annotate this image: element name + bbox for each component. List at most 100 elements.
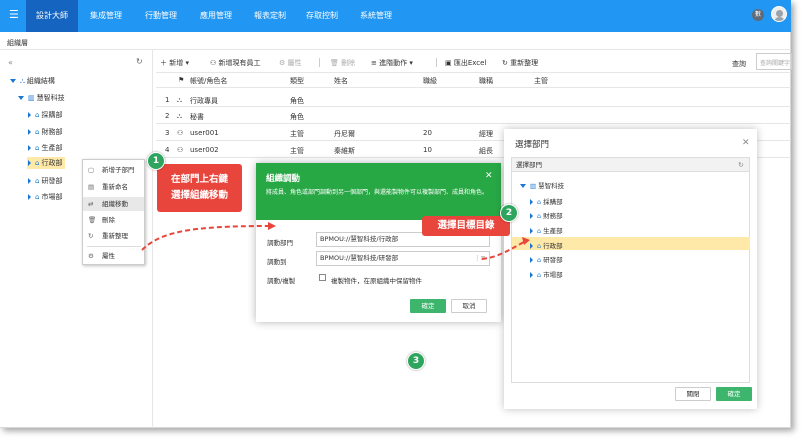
chevron-right-icon[interactable] [28, 194, 31, 200]
tree-item-dept[interactable]: ⌂ 研發部 [28, 176, 62, 186]
collapse-icon[interactable]: « [8, 58, 13, 67]
chevron-right-icon[interactable] [530, 243, 533, 249]
add-button[interactable]: ＋ 新增 ▾ [160, 58, 189, 68]
refresh-icon[interactable]: ↻ [738, 158, 744, 172]
ctx-add-subdept[interactable]: ▢ 新增子部門 [83, 163, 144, 177]
picker-title: 選擇部門 [515, 140, 550, 150]
tree-picker-icon[interactable]: ⋮≡ [474, 252, 486, 265]
step3-badge: 3 [407, 352, 425, 370]
user-icon: ⚇ [210, 59, 217, 67]
step1-badge: 1 [147, 152, 165, 170]
home-icon: ⌂ [35, 177, 40, 185]
dialog-header: 組織調動 ✕ 將成員、角色或部門調動到另一個部門，與還能製物件可以複製部門、成員… [256, 163, 501, 220]
move-to-field[interactable]: BPMOU://慧智科技/研發部 ⋮≡ [316, 251, 490, 266]
picker-item-dept[interactable]: ⌂ 市場部 [530, 269, 563, 279]
row-number: 1 [165, 96, 170, 104]
col-type[interactable]: 類型 [290, 76, 304, 86]
refresh-button[interactable]: ↻ 重新整理 [502, 58, 538, 68]
chevron-right-icon[interactable] [28, 178, 31, 184]
picker-item-dept[interactable]: ⌂ 財務部 [530, 210, 563, 220]
from-dept-label: 調動部門 [267, 239, 293, 247]
chevron-right-icon[interactable] [28, 129, 31, 135]
nav-mobile[interactable]: 行動管理 [145, 11, 177, 21]
chevron-right-icon[interactable] [530, 257, 533, 263]
close-icon[interactable]: ✕ [742, 138, 750, 148]
refresh-icon: ↻ [88, 232, 94, 240]
nav-system[interactable]: 系統管理 [360, 11, 392, 21]
avatar[interactable] [771, 6, 787, 22]
picker-item-dept[interactable]: ⌂ 採購部 [530, 196, 563, 206]
nav-reports[interactable]: 報表定制 [254, 11, 286, 21]
nav-integration[interactable]: 集成管理 [90, 11, 122, 21]
breadcrumb: 組織層 [7, 39, 28, 47]
picker-item-dept[interactable]: ⌂ 研發部 [530, 254, 563, 264]
nav-access[interactable]: 存取控制 [306, 11, 338, 21]
picker-close-button[interactable]: 關閉 [675, 387, 711, 401]
search-input[interactable]: 查詢關鍵字 [756, 53, 792, 70]
col-level[interactable]: 職級 [423, 76, 437, 86]
tree-item-root[interactable]: ⛬ 組織結構 [10, 76, 55, 86]
advanced-actions-button[interactable]: ≡ 進階動作 ▾ [371, 58, 413, 68]
col-manager[interactable]: 主管 [534, 76, 548, 86]
picker-item-company[interactable]: ▥ 慧智科技 [520, 180, 564, 190]
add-existing-employee-button[interactable]: ⚇ 新增現有員工 [210, 58, 261, 68]
picker-panel-header: 選擇部門 [512, 158, 749, 172]
chevron-right-icon[interactable] [28, 112, 31, 118]
dialog-cancel-button[interactable]: 取消 [451, 299, 487, 313]
table-cell: 組長 [479, 147, 493, 155]
chevron-right-icon[interactable] [530, 272, 533, 278]
chevron-down-icon[interactable] [18, 96, 24, 100]
chevron-right-icon[interactable] [530, 228, 533, 234]
chevron-down-icon[interactable] [520, 184, 526, 188]
nav-designer[interactable]: 設計大師 [26, 0, 78, 32]
table-cell: 角色 [290, 97, 304, 105]
col-account[interactable]: 帳號/角色名 [190, 76, 227, 86]
tree-item-dept[interactable]: ⌂ 採購部 [28, 110, 62, 120]
picker-item-dept-selected[interactable]: ⌂ 行政部 [530, 240, 563, 250]
tree-item-dept[interactable]: ⌂ 生產部 [28, 143, 62, 153]
properties-button[interactable]: ⚙ 屬性 [279, 58, 302, 68]
building-icon: ▥ [530, 182, 537, 190]
dialog-ok-button[interactable]: 確定 [410, 299, 446, 313]
col-name[interactable]: 姓名 [334, 76, 348, 86]
table-cell: 丹尼爾 [334, 130, 355, 138]
copy-checkbox[interactable] [319, 274, 326, 281]
role-icon: ⛬ [177, 96, 182, 104]
chevron-right-icon[interactable] [28, 145, 31, 151]
delete-button[interactable]: 🗑 刪除 [330, 58, 355, 68]
chevron-right-icon[interactable] [28, 160, 31, 166]
ctx-refresh[interactable]: ↻ 重新整理 [83, 229, 144, 243]
export-excel-button[interactable]: ▣ 匯出Excel [445, 58, 486, 68]
ctx-delete[interactable]: 🗑 刪除 [83, 213, 144, 227]
tree-item-dept[interactable]: ⌂ 財務部 [28, 127, 62, 137]
ctx-rename[interactable]: ▤ 重新命名 [83, 180, 144, 194]
menu-icon: ≡ [371, 59, 377, 67]
row-number: 3 [165, 129, 170, 137]
picker-item-dept[interactable]: ⌂ 生產部 [530, 225, 563, 235]
table-cell[interactable]: 行政專員 [190, 96, 218, 106]
user-badge[interactable]: 數 [752, 9, 764, 21]
menu-icon[interactable]: ☰ [9, 9, 19, 21]
gear-icon: ⚙ [88, 252, 94, 260]
table-cell[interactable]: user001 [190, 129, 219, 137]
home-icon: ⌂ [35, 159, 40, 167]
tree-item-dept-selected[interactable]: ⌂ 行政部 [27, 157, 66, 169]
tree-item-dept[interactable]: ⌂ 市場部 [28, 192, 62, 202]
chevron-down-icon[interactable] [10, 79, 16, 83]
ctx-properties[interactable]: ⚙ 屬性 [83, 249, 144, 263]
table-cell[interactable]: 秘書 [190, 112, 204, 122]
ctx-move-org[interactable]: ⇄ 組織移動 [83, 197, 144, 211]
trash-icon: 🗑 [88, 216, 97, 224]
close-icon[interactable]: ✕ [485, 171, 493, 181]
tree-item-company[interactable]: ▥ 慧智科技 [18, 93, 65, 103]
home-icon: ⌂ [537, 242, 542, 250]
refresh-icon[interactable]: ↻ [136, 57, 143, 66]
col-title[interactable]: 職稱 [479, 76, 493, 86]
picker-ok-button[interactable]: 確定 [716, 387, 752, 401]
user-icon: ⚇ [177, 146, 184, 154]
home-icon: ⌂ [35, 128, 40, 136]
chevron-right-icon[interactable] [530, 199, 533, 205]
table-cell[interactable]: user002 [190, 146, 219, 154]
chevron-right-icon[interactable] [530, 213, 533, 219]
nav-apps[interactable]: 應用管理 [200, 11, 232, 21]
